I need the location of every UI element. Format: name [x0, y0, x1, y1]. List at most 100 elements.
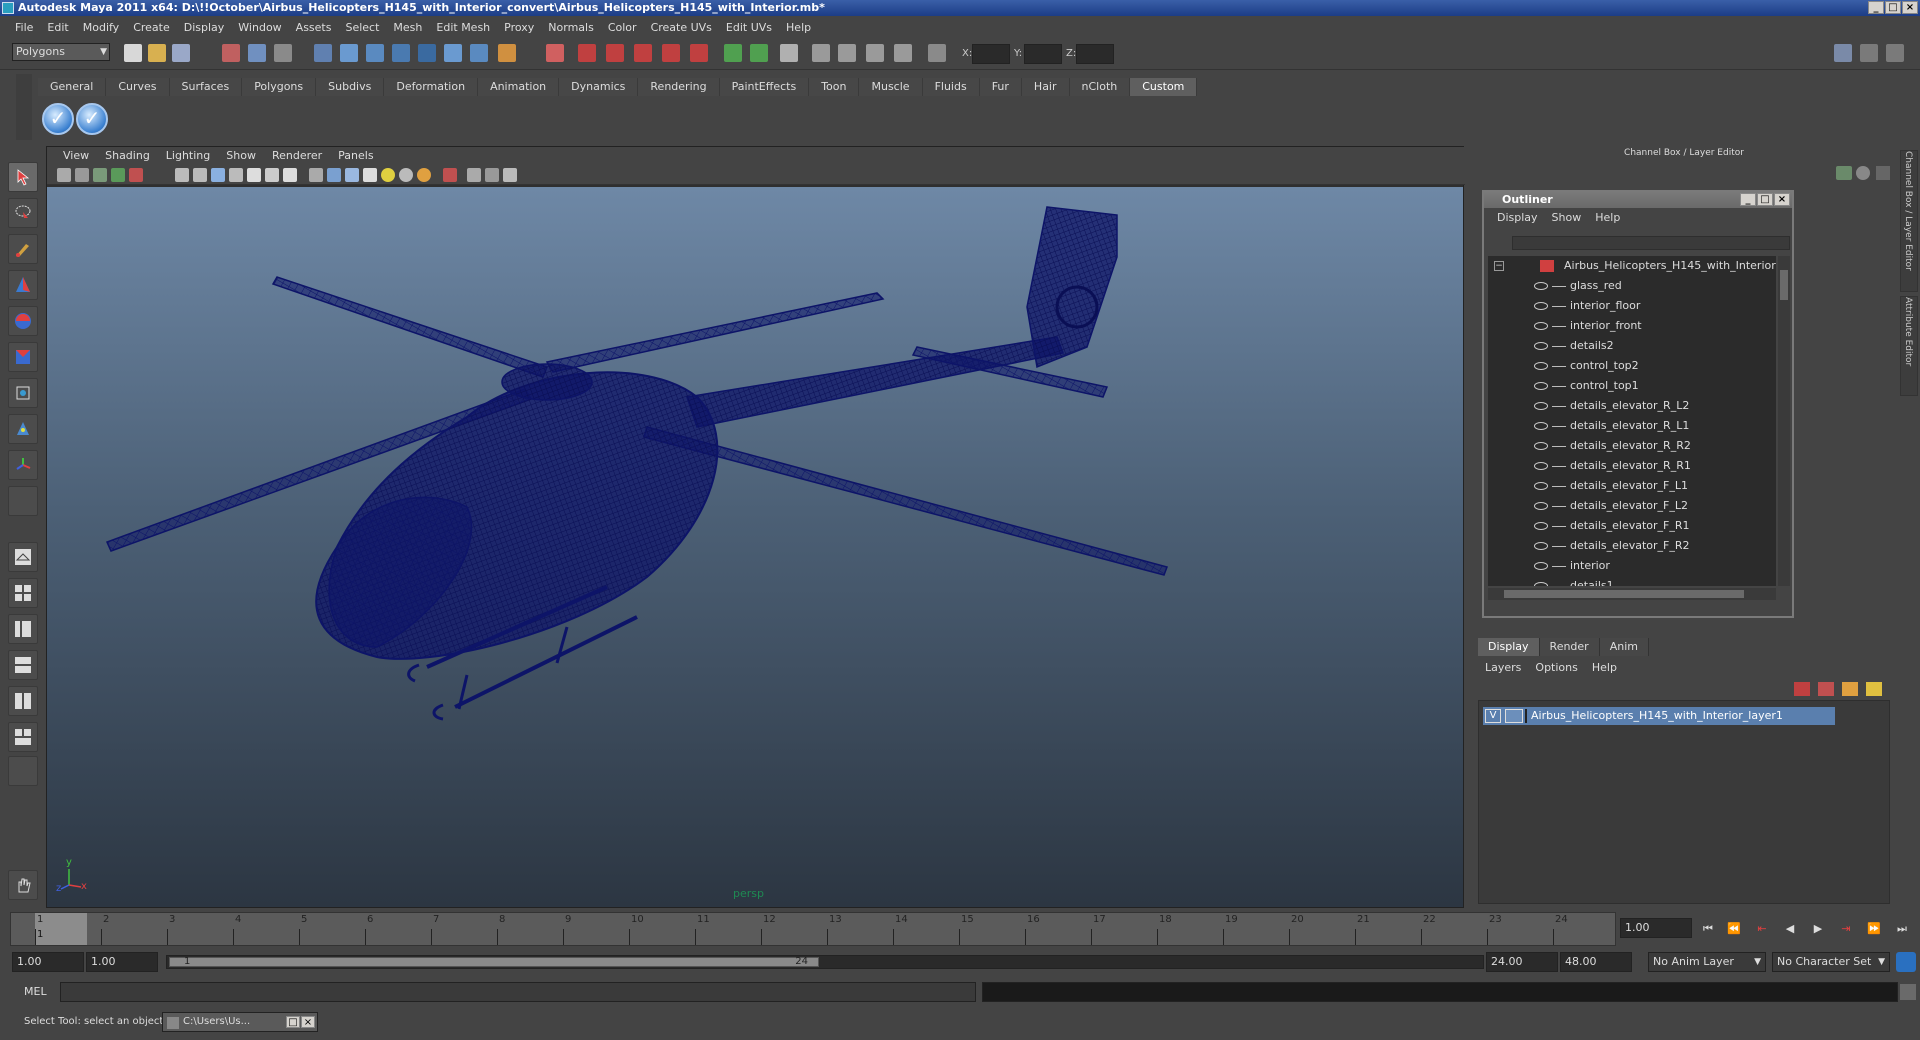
- playback-start-field[interactable]: 1.00: [86, 952, 158, 972]
- outliner-row[interactable]: details_elevator_R_L2: [1488, 396, 1776, 416]
- step-forward-frame-icon[interactable]: ⏩: [1866, 922, 1882, 936]
- custom-shelf-button-1[interactable]: ✓: [42, 103, 74, 135]
- render-current-frame-icon[interactable]: [838, 44, 856, 62]
- outliner-row[interactable]: details_elevator_F_L2: [1488, 496, 1776, 516]
- outliner-row[interactable]: details2: [1488, 336, 1776, 356]
- universal-manipulator-tool[interactable]: [8, 378, 38, 408]
- show-tool-settings-icon[interactable]: [1860, 44, 1878, 62]
- auto-key-icon[interactable]: [1896, 952, 1916, 972]
- four-view-layout[interactable]: [8, 578, 38, 608]
- menu-edit-mesh[interactable]: Edit Mesh: [429, 18, 497, 38]
- isolate-select-icon[interactable]: [467, 168, 481, 182]
- soft-modification-tool[interactable]: [8, 414, 38, 444]
- show-attribute-editor-icon[interactable]: [1834, 44, 1852, 62]
- current-frame-field[interactable]: 1.00: [1620, 918, 1692, 938]
- tab-toon[interactable]: Toon: [809, 78, 860, 96]
- select-by-misc-icon[interactable]: [498, 44, 516, 62]
- outliner-row[interactable]: interior_floor: [1488, 296, 1776, 316]
- custom-shelf-button-2[interactable]: ✓: [76, 103, 108, 135]
- field-chart-icon[interactable]: [247, 168, 261, 182]
- restore-button[interactable]: □: [286, 1016, 300, 1028]
- menu-create[interactable]: Create: [126, 18, 177, 38]
- select-tool[interactable]: [8, 162, 38, 192]
- anim-layer-select[interactable]: No Anim Layer ▼: [1648, 952, 1766, 972]
- channel-box-settings-icon[interactable]: [1856, 166, 1870, 180]
- menu-mesh[interactable]: Mesh: [386, 18, 429, 38]
- lock-selection-icon[interactable]: [546, 44, 564, 62]
- viewport-menu-show[interactable]: Show: [218, 147, 264, 165]
- select-by-rendering-icon[interactable]: [470, 44, 488, 62]
- maximize-button[interactable]: □: [1885, 1, 1901, 14]
- render-view-icon[interactable]: [812, 44, 830, 62]
- minimized-script-window[interactable]: C:\Users\Us... □ ×: [162, 1012, 318, 1032]
- xray-joints-icon[interactable]: [485, 168, 499, 182]
- two-d-pan-zoom-icon[interactable]: [129, 168, 143, 182]
- tab-fur[interactable]: Fur: [979, 78, 1022, 96]
- menu-file[interactable]: File: [8, 18, 40, 38]
- layer-type-toggle[interactable]: [1505, 709, 1523, 723]
- bookmarks-icon[interactable]: [93, 168, 107, 182]
- wireframe-on-shaded-icon[interactable]: [345, 168, 359, 182]
- tab-anim-layers[interactable]: Anim: [1599, 638, 1649, 656]
- shelf-grip[interactable]: [16, 74, 32, 140]
- show-manipulator-tool[interactable]: [8, 450, 38, 480]
- select-by-dynamic-icon[interactable]: [444, 44, 462, 62]
- tab-ncloth[interactable]: nCloth: [1069, 78, 1131, 96]
- select-by-deformation-icon[interactable]: [418, 44, 436, 62]
- step-forward-key-icon[interactable]: ⇥: [1838, 922, 1854, 936]
- tab-rendering[interactable]: Rendering: [638, 78, 720, 96]
- persp-graph-layout[interactable]: [8, 650, 38, 680]
- outliner-row[interactable]: details1: [1488, 576, 1776, 586]
- tab-polygons[interactable]: Polygons: [242, 78, 317, 96]
- layout-more-button[interactable]: [8, 756, 38, 786]
- y-field[interactable]: [1024, 44, 1062, 64]
- channel-box-pin-icon[interactable]: [1876, 166, 1890, 180]
- tab-curves[interactable]: Curves: [106, 78, 170, 96]
- tab-custom[interactable]: Custom: [1130, 78, 1198, 96]
- outliner-row[interactable]: details_elevator_F_R2: [1488, 536, 1776, 556]
- playback-end-field[interactable]: 24.00: [1486, 952, 1558, 972]
- outliner-row[interactable]: control_top1: [1488, 376, 1776, 396]
- snap-to-view-plane-icon[interactable]: [662, 44, 680, 62]
- outliner-vscroll-thumb[interactable]: [1780, 270, 1788, 300]
- scale-tool[interactable]: [8, 342, 38, 372]
- output-connections-icon[interactable]: [750, 44, 768, 62]
- menu-create-uvs[interactable]: Create UVs: [644, 18, 719, 38]
- tab-deformation[interactable]: Deformation: [384, 78, 479, 96]
- tab-hair[interactable]: Hair: [1021, 78, 1070, 96]
- rotate-tool[interactable]: [8, 306, 38, 336]
- menu-modify[interactable]: Modify: [76, 18, 126, 38]
- mel-label[interactable]: MEL: [24, 985, 47, 998]
- range-slider[interactable]: 1 24: [166, 955, 1484, 969]
- select-component-icon[interactable]: [274, 44, 292, 62]
- film-gate-icon[interactable]: [193, 168, 207, 182]
- hotbox-toggle[interactable]: [8, 870, 38, 900]
- outliner-menu-display[interactable]: Display: [1490, 208, 1545, 228]
- layer-move-up-icon[interactable]: [1794, 682, 1810, 696]
- x-field[interactable]: [972, 44, 1010, 64]
- persp-graph-hypergraph-layout[interactable]: [8, 722, 38, 752]
- menu-help[interactable]: Help: [779, 18, 818, 38]
- step-back-frame-icon[interactable]: ⏪: [1726, 922, 1742, 936]
- tab-channel-box[interactable]: Channel Box / Layer Editor: [1900, 150, 1918, 292]
- tab-display-layers[interactable]: Display: [1478, 638, 1540, 656]
- select-by-surface-icon[interactable]: [392, 44, 410, 62]
- hypershade-persp-layout[interactable]: [8, 686, 38, 716]
- outliner-row[interactable]: details_elevator_R_R1: [1488, 456, 1776, 476]
- command-input[interactable]: [60, 982, 976, 1002]
- tab-muscle[interactable]: Muscle: [859, 78, 923, 96]
- layer-color-swatch[interactable]: [1525, 709, 1527, 723]
- snap-to-grid-icon[interactable]: [578, 44, 596, 62]
- z-field[interactable]: [1076, 44, 1114, 64]
- outliner-filter-field[interactable]: [1512, 236, 1790, 250]
- select-by-handle-icon[interactable]: [314, 44, 332, 62]
- tab-attribute-editor[interactable]: Attribute Editor: [1900, 296, 1918, 396]
- outliner-horizontal-scrollbar[interactable]: [1488, 588, 1776, 600]
- range-slider-handle[interactable]: 1 24: [169, 956, 819, 967]
- select-camera-icon[interactable]: [57, 168, 71, 182]
- tab-animation[interactable]: Animation: [478, 78, 560, 96]
- minimize-button[interactable]: _: [1868, 1, 1884, 14]
- make-live-icon[interactable]: [690, 44, 708, 62]
- shadows-icon[interactable]: [399, 168, 413, 182]
- render-settings-icon[interactable]: [894, 44, 912, 62]
